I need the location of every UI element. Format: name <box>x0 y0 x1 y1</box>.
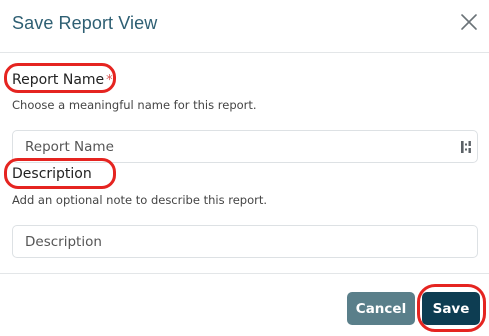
dialog-title: Save Report View <box>12 13 158 33</box>
close-icon <box>461 14 477 30</box>
footer-divider <box>0 273 489 274</box>
description-input[interactable] <box>13 226 477 257</box>
description-label: Description <box>12 166 92 182</box>
report-name-field[interactable] <box>12 130 478 163</box>
report-name-helper: Choose a meaningful name for this report… <box>12 98 257 112</box>
dialog-header: Save Report View <box>0 0 489 53</box>
save-button[interactable]: Save <box>422 292 480 325</box>
description-helper: Add an optional note to describe this re… <box>12 193 267 207</box>
description-field[interactable] <box>12 225 478 258</box>
report-name-label: Report Name * <box>12 72 113 88</box>
required-marker: * <box>106 73 113 88</box>
report-name-label-text: Report Name <box>12 72 105 88</box>
save-report-view-dialog: Save Report View Report Name * Choose a m… <box>0 0 489 336</box>
report-name-input[interactable] <box>13 131 477 162</box>
close-button[interactable] <box>458 11 480 33</box>
cancel-button[interactable]: Cancel <box>347 292 415 325</box>
password-manager-icon[interactable] <box>460 140 472 154</box>
